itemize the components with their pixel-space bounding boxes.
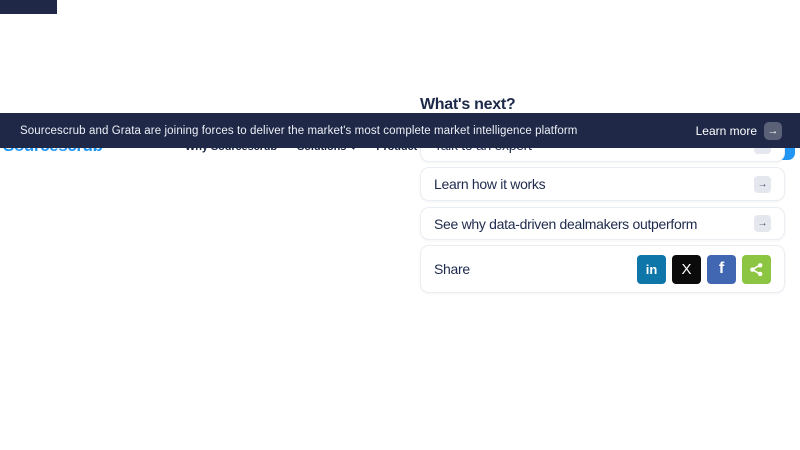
page: Sourcescrub ← Back Why Sourcescrub Solut… (0, 0, 800, 450)
learn-more-link[interactable]: Learn more → (696, 122, 782, 140)
arrow-right-icon[interactable]: → (754, 215, 771, 232)
share-icons: in X f (637, 255, 771, 284)
learn-more-label: Learn more (696, 124, 757, 138)
share-row: Share in X f (420, 245, 785, 293)
banner-message: Sourcescrub and Grata are joining forces… (20, 125, 696, 137)
arrow-right-icon[interactable]: → (764, 122, 782, 140)
arrow-right-icon[interactable]: → (754, 176, 771, 193)
linkedin-icon: in (646, 262, 658, 277)
share-nodes-icon (749, 262, 764, 277)
link-row-dealmakers-outperform[interactable]: See why data-driven dealmakers outperfor… (420, 207, 785, 240)
facebook-share-button[interactable]: f (707, 255, 736, 284)
link-label: See why data-driven dealmakers outperfor… (434, 216, 697, 232)
facebook-icon: f (719, 260, 724, 278)
whats-next-heading: What's next? (420, 96, 515, 114)
whats-next-card: Talk to an expert → Learn how it works →… (420, 128, 785, 293)
generic-share-button[interactable] (742, 255, 771, 284)
top-left-fragment (0, 0, 57, 14)
header: Sourcescrub ← Back Why Sourcescrub Solut… (0, 60, 800, 113)
x-twitter-icon: X (681, 261, 691, 278)
x-share-button[interactable]: X (672, 255, 701, 284)
link-label: Learn how it works (434, 176, 545, 192)
link-row-learn-how-it-works[interactable]: Learn how it works → (420, 167, 785, 201)
share-label: Share (434, 261, 470, 277)
announcement-banner: Sourcescrub and Grata are joining forces… (0, 113, 800, 148)
linkedin-share-button[interactable]: in (637, 255, 666, 284)
